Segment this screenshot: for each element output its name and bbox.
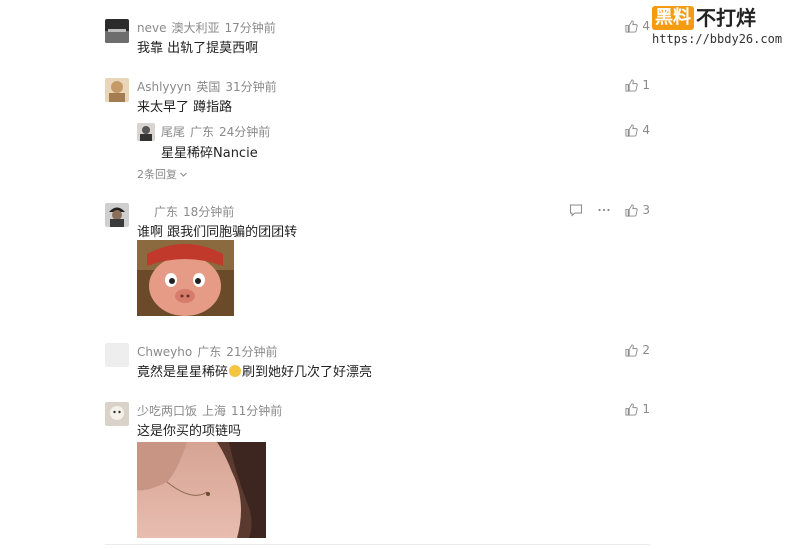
watermark: 黑料 不打烊 https://bbdy26.com <box>652 6 792 50</box>
comment-meta: Ashlyyyn 英国 31分钟前 <box>137 78 282 95</box>
reply-icon[interactable] <box>569 203 583 217</box>
location: 广东 <box>154 205 179 219</box>
timestamp: 31分钟前 <box>225 80 277 94</box>
timestamp: 21分钟前 <box>226 345 278 359</box>
comment-image[interactable] <box>137 240 234 316</box>
comment-item: Chweyho 广东 21分钟前 竟然是星星稀碎 刷到她好几次了好漂亮 2 <box>105 343 650 383</box>
more-replies-label: 2条回复 <box>137 168 177 181</box>
comment-meta: Chweyho 广东 21分钟前 <box>137 343 283 360</box>
like-count: 4 <box>642 123 650 137</box>
comment-text: 来太早了 蹲指路 <box>137 100 233 115</box>
thumbs-up-icon <box>625 402 639 416</box>
username[interactable]: Chweyho <box>137 345 192 359</box>
comment-text-part: 刷到她好几次了好漂亮 <box>242 365 373 380</box>
comment-text: 这是你买的项链吗 <box>137 424 242 439</box>
location: 上海 <box>202 404 227 418</box>
watermark-brand-box: 黑料 <box>652 6 694 30</box>
comment-text: 谁啊 跟我们同胞骗的团团转 <box>137 225 298 240</box>
like-button[interactable]: 4 <box>625 123 650 137</box>
comment-item: 少吃两口饭 上海 11分钟前 这是你买的项链吗 1 <box>105 402 650 540</box>
avatar[interactable] <box>137 123 155 141</box>
like-button[interactable]: 4 <box>625 19 650 33</box>
username[interactable]: neve <box>137 21 166 35</box>
timestamp: 17分钟前 <box>224 21 276 35</box>
avatar[interactable] <box>105 343 129 367</box>
like-button[interactable]: 1 <box>625 402 650 416</box>
thumbs-up-icon <box>625 343 639 357</box>
chevron-down-icon <box>180 172 187 177</box>
like-button[interactable]: 1 <box>625 78 650 92</box>
avatar[interactable] <box>105 203 129 227</box>
avatar[interactable] <box>105 19 129 43</box>
comment-item: neve 澳大利亚 17分钟前 我靠 出轨了提莫西啊 4 <box>105 19 650 59</box>
watermark-brand-name: 不打烊 <box>696 6 756 30</box>
like-count: 4 <box>642 19 650 33</box>
timestamp: 24分钟前 <box>219 125 271 139</box>
like-count: 2 <box>642 343 650 357</box>
username[interactable]: 尾尾 <box>161 125 185 139</box>
comment-image[interactable] <box>137 442 266 538</box>
comment-meta: 尾尾 广东 24分钟前 <box>161 123 270 140</box>
like-count: 1 <box>642 78 650 92</box>
like-button[interactable]: 3 <box>625 203 650 217</box>
location: 广东 <box>190 125 215 139</box>
avatar[interactable] <box>105 78 129 102</box>
thumbs-up-icon <box>625 19 639 33</box>
thumbs-up-icon <box>625 123 639 137</box>
more-options-icon[interactable] <box>597 203 611 217</box>
comment-text-part: 竟然是星星稀碎 <box>137 365 229 380</box>
username[interactable]: Ashlyyyn <box>137 80 191 94</box>
username[interactable]: 少吃两口饭 <box>137 404 197 418</box>
comment-actions: 3 <box>569 203 650 217</box>
emoji-icon <box>229 365 242 377</box>
timestamp: 18分钟前 <box>183 205 235 219</box>
comment-text: 竟然是星星稀碎 刷到她好几次了好漂亮 <box>137 361 372 380</box>
location: 英国 <box>196 80 221 94</box>
comment-meta: 少吃两口饭 上海 11分钟前 <box>137 402 287 419</box>
comment-meta: 广东 18分钟前 <box>137 203 239 220</box>
thumbs-up-icon <box>625 78 639 92</box>
watermark-url: https://bbdy26.com <box>652 32 783 46</box>
comment-text: 我靠 出轨了提莫西啊 <box>137 41 259 56</box>
avatar[interactable] <box>105 402 129 426</box>
like-count: 3 <box>642 203 650 217</box>
timestamp: 11分钟前 <box>231 404 283 418</box>
like-count: 1 <box>642 402 650 416</box>
comment-meta: neve 澳大利亚 17分钟前 <box>137 19 281 36</box>
like-button[interactable]: 2 <box>625 343 650 357</box>
reply-item: 尾尾 广东 24分钟前 星星稀碎Nancie 4 <box>137 123 650 163</box>
comment-item: 广东 18分钟前 谁啊 跟我们同胞骗的团团转 3 <box>105 203 650 318</box>
more-replies-button[interactable]: 2条回复 <box>137 166 188 182</box>
comment-item: Ashlyyyn 英国 31分钟前 来太早了 蹲指路 1 尾尾 广东 24分钟前 星星稀… <box>105 78 650 188</box>
location: 广东 <box>197 345 222 359</box>
comment-text: 星星稀碎Nancie <box>161 146 258 161</box>
location: 澳大利亚 <box>171 21 220 35</box>
divider <box>105 544 650 545</box>
thumbs-up-icon <box>625 203 639 217</box>
